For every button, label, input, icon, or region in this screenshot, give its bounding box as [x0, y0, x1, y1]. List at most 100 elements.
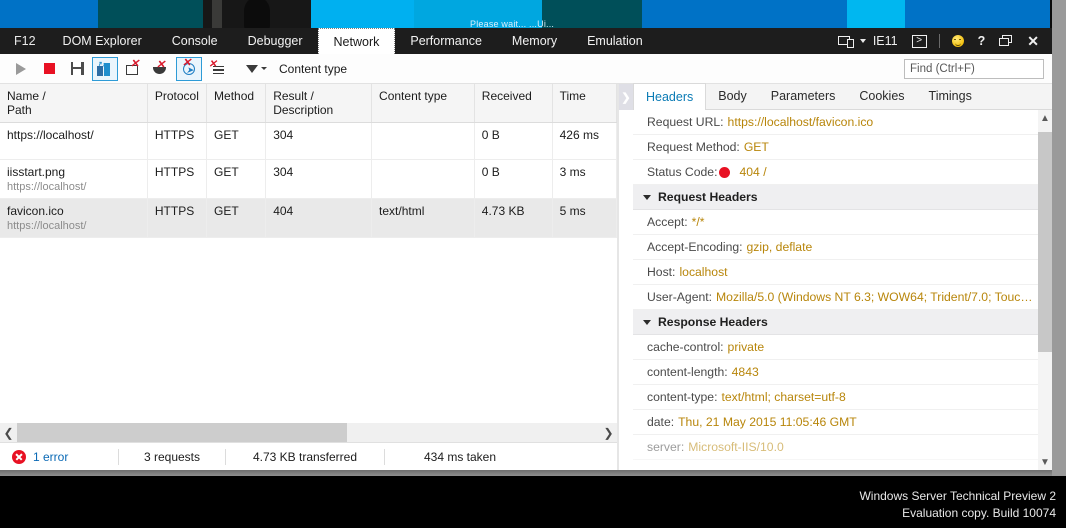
response-header-row: content-length: 4843 [633, 360, 1038, 385]
status-errors[interactable]: 1 error [0, 443, 118, 471]
details-tab-cookies[interactable]: Cookies [847, 83, 916, 109]
details-tab-parameters[interactable]: Parameters [759, 83, 848, 109]
request-header-row: Accept: */* [633, 210, 1038, 235]
clear-on-navigate-button[interactable]: ➤ ✕ [176, 56, 202, 81]
f12-label: F12 [14, 34, 36, 48]
group-title: Response Headers [658, 315, 768, 329]
always-refresh-button[interactable]: ↻ [92, 56, 118, 81]
content-type-filter-button[interactable] [242, 57, 271, 81]
headers-content: Request URL: https://localhost/favicon.ic… [633, 110, 1038, 470]
toggle-console-button[interactable]: > [905, 28, 934, 54]
column-header[interactable]: Time [552, 84, 618, 123]
chevron-right-icon[interactable]: ❯ [619, 84, 633, 110]
column-header[interactable]: Content type [371, 84, 475, 123]
cell-protocol: HTTPS [147, 122, 208, 160]
watermark-line-2: Evaluation copy. Build 10074 [902, 506, 1056, 520]
start-tile[interactable] [98, 0, 203, 28]
close-button[interactable]: ✕ [1020, 28, 1046, 54]
start-tile[interactable] [203, 0, 311, 28]
cell-method: GET [206, 198, 267, 238]
header-value: text/html; charset=utf-8 [721, 390, 846, 404]
tab-memory[interactable]: Memory [497, 28, 572, 54]
start-profiling-button[interactable] [8, 57, 34, 81]
status-time-taken: 434 ms taken [423, 449, 497, 464]
header-value: gzip, deflate [746, 240, 813, 254]
vscroll-thumb[interactable] [1038, 132, 1052, 352]
cell-name: favicon.ico https://localhost/ [0, 198, 148, 238]
request-header-row: User-Agent: Mozilla/5.0 (Windows NT 6.3; … [633, 285, 1038, 310]
chevron-up-icon[interactable]: ▲ [1038, 110, 1052, 126]
column-header[interactable]: Result / Description [265, 84, 373, 123]
start-tile[interactable] [905, 0, 1052, 28]
tab-network[interactable]: Network [317, 28, 396, 54]
table-row[interactable]: https://localhost/HTTPS GET 304 0 B 426 ms [0, 122, 618, 160]
header-value: https://localhost/favicon.ico [727, 115, 874, 129]
column-header-line1: Content type [379, 89, 448, 103]
request-header-row: Host: localhost [633, 260, 1038, 285]
chevron-right-icon[interactable]: ❯ [600, 423, 617, 442]
details-tab-body[interactable]: Body [706, 83, 759, 109]
clear-session-button[interactable]: ✕ [120, 57, 146, 81]
column-header[interactable]: Name / Path [0, 84, 148, 123]
table-row[interactable]: favicon.ico https://localhost/HTTPS GET 404… [0, 198, 618, 238]
cell-method: GET [206, 159, 267, 199]
request-name: iisstart.png [7, 165, 66, 179]
details-tab-headers[interactable]: Headers [633, 83, 707, 110]
response-headers-group[interactable]: Response Headers [633, 310, 1038, 335]
start-tile[interactable] [311, 0, 414, 28]
devtools-menu-bar: F12 DOM Explorer Console Debugger Network Pe… [0, 28, 1052, 54]
request-headers-group[interactable]: Request Headers [633, 185, 1038, 210]
find-input[interactable] [904, 58, 1044, 79]
restore-button[interactable] [992, 28, 1020, 54]
details-pane: ❯ Headers Body Parameters Cookies Timings Re… [619, 83, 1052, 470]
hscroll-thumb[interactable] [17, 423, 347, 442]
stop-icon [43, 63, 55, 74]
requests-pane: Name / Path Protocol Method Result / Descript… [0, 84, 618, 471]
start-tile[interactable] [0, 0, 98, 28]
play-icon [16, 62, 26, 75]
column-header[interactable]: Protocol [147, 84, 208, 123]
funnel-icon [246, 63, 258, 75]
help-button[interactable]: ? [971, 28, 993, 54]
table-row[interactable]: iisstart.png https://localhost/HTTPS GET 30… [0, 159, 618, 199]
response-header-row: cache-control: private [633, 335, 1038, 360]
devtools-panel: ↻ ✕ ✕ ➤ ✕ ✕ Content type Find (Ctrl+F) N… [0, 54, 1052, 470]
tab-debugger[interactable]: Debugger [233, 28, 318, 54]
header-value: Mozilla/5.0 (Windows NT 6.3; WOW64; Trid… [716, 290, 1033, 304]
restore-window-icon [999, 35, 1013, 47]
column-header[interactable]: Method [206, 84, 267, 123]
summary-detail-view-button[interactable]: ✕ [204, 57, 230, 81]
chevron-left-icon[interactable]: ❮ [0, 423, 17, 442]
browser-mode-selector[interactable]: IE11 [831, 28, 905, 54]
status-errors-label: 1 error [33, 449, 69, 464]
column-header[interactable]: Received [474, 84, 553, 123]
request-path: https://localhost/ [7, 181, 87, 193]
tab-performance[interactable]: Performance [395, 28, 497, 54]
clear-cookies-button[interactable]: ✕ [148, 57, 174, 81]
vscroll-track[interactable] [1038, 126, 1052, 454]
response-header-row: date: Thu, 21 May 2015 11:05:46 GMT [633, 410, 1038, 435]
tab-dom-explorer[interactable]: DOM Explorer [48, 28, 157, 54]
smiley-feedback-icon [951, 35, 964, 47]
header-value: 4843 [731, 365, 759, 379]
details-tab-timings[interactable]: Timings [917, 83, 984, 109]
cell-method: GET [206, 122, 267, 160]
group-title: Request Headers [658, 190, 758, 204]
stop-profiling-button[interactable] [36, 57, 62, 81]
start-tile[interactable] [847, 0, 905, 28]
export-har-button[interactable] [64, 57, 90, 81]
details-vertical-scrollbar[interactable]: ▲ ▼ [1038, 110, 1052, 470]
header-label: Accept: [647, 215, 688, 229]
request-name: favicon.ico [7, 204, 64, 218]
requests-horizontal-scrollbar[interactable]: ❮ ❯ [0, 423, 617, 442]
cell-protocol: HTTPS [147, 198, 208, 238]
tab-emulation[interactable]: Emulation [572, 28, 658, 54]
send-feedback-button[interactable] [945, 28, 971, 54]
cell-received: 0 B [474, 122, 553, 160]
summary-row: Request Method: GET [633, 135, 1038, 160]
cell-time: 5 ms [552, 198, 618, 238]
hscroll-track[interactable] [17, 423, 600, 442]
tab-console[interactable]: Console [157, 28, 233, 54]
chevron-down-icon[interactable]: ▼ [1038, 454, 1052, 470]
watermark-line-1: Windows Server Technical Preview 2 [859, 489, 1056, 503]
